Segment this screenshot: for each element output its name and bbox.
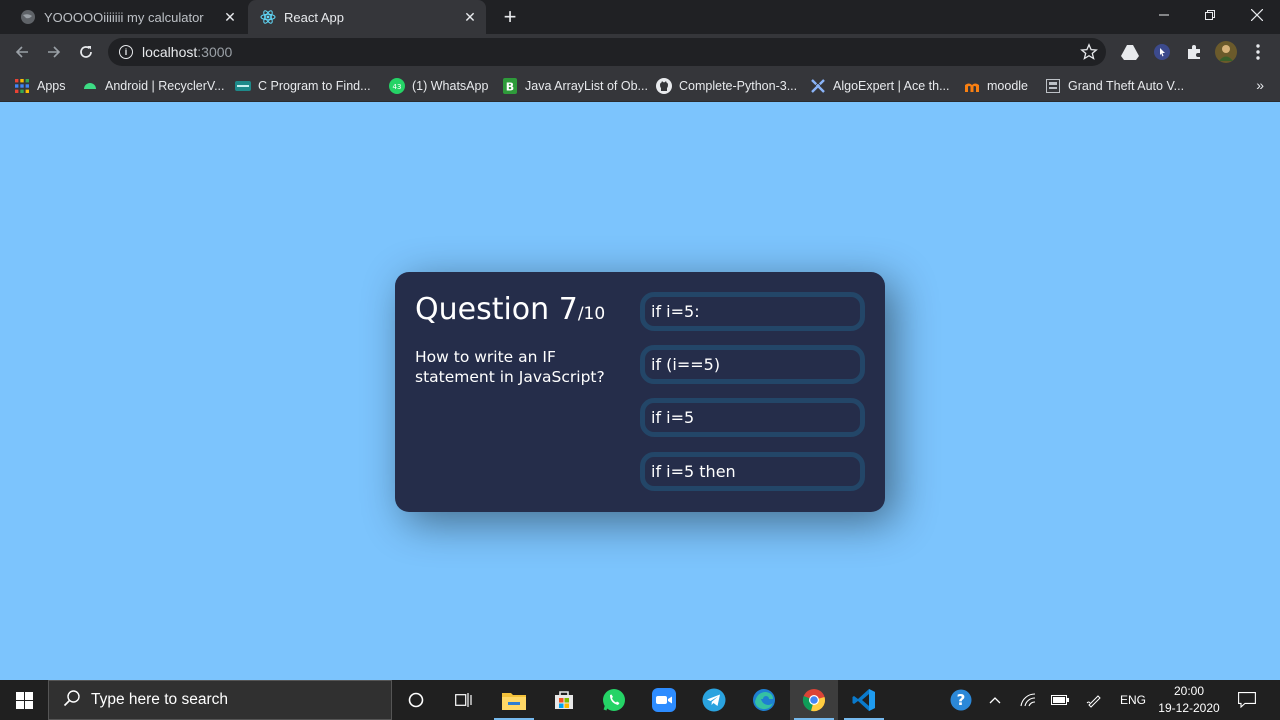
bookmarks-bar: Apps Android | RecyclerV... C Program to… [0, 70, 1280, 102]
language-indicator[interactable]: ENG [1114, 680, 1152, 720]
tab-title: YOOOOOiiiiiii my calculator [44, 9, 204, 25]
vscode-icon[interactable] [840, 680, 888, 720]
microsoft-store-icon[interactable] [540, 680, 588, 720]
site-icon [1045, 78, 1061, 94]
file-explorer-icon[interactable] [490, 680, 538, 720]
bookmark-java-arraylist[interactable]: B Java ArrayList of Ob... [502, 76, 648, 96]
answer-option-3[interactable]: if i=5 [640, 398, 865, 437]
zoom-icon[interactable] [640, 680, 688, 720]
close-tab-icon[interactable]: ✕ [220, 7, 240, 27]
site-icon [235, 78, 251, 94]
bookmark-whatsapp[interactable]: 43 (1) WhatsApp [389, 76, 488, 96]
search-icon [63, 689, 81, 712]
search-placeholder: Type here to search [91, 691, 228, 708]
react-icon [260, 9, 276, 25]
cortana-icon[interactable] [392, 680, 440, 720]
whatsapp-icon: 43 [389, 78, 405, 94]
question-count: Question 7/10 [415, 292, 606, 327]
bookmark-apps[interactable]: Apps [14, 76, 66, 96]
quiz-card: Question 7/10 How to write an IF stateme… [395, 272, 885, 512]
bookmark-moodle[interactable]: moodle [964, 76, 1028, 96]
bookmark-complete-python[interactable]: Complete-Python-3... [656, 76, 797, 96]
menu-kebab-icon[interactable] [1247, 41, 1269, 63]
answer-option-1[interactable]: if i=5: [640, 292, 865, 331]
telegram-icon[interactable] [690, 680, 738, 720]
pen-icon[interactable] [1080, 680, 1108, 720]
moodle-icon [964, 78, 980, 94]
task-view-icon[interactable] [440, 680, 488, 720]
question-text: How to write an IF statement in JavaScri… [415, 348, 605, 386]
bookmark-algoexpert[interactable]: AlgoExpert | Ace th... [810, 76, 950, 96]
extensions-puzzle-icon[interactable] [1183, 41, 1205, 63]
info-icon[interactable]: i [119, 45, 133, 59]
chevron-up-icon[interactable] [982, 680, 1008, 720]
restore-icon[interactable] [1187, 0, 1233, 30]
chrome-icon[interactable] [790, 680, 838, 720]
edge-icon[interactable] [740, 680, 788, 720]
more-bookmarks-icon[interactable]: » [1256, 77, 1264, 93]
bookmark-android-recycler[interactable]: Android | RecyclerV... [82, 76, 225, 96]
forward-icon[interactable] [40, 38, 68, 66]
svg-text:43: 43 [393, 83, 402, 91]
profile-avatar-icon[interactable] [1215, 41, 1237, 63]
whatsapp-icon[interactable] [590, 680, 638, 720]
apps-grid-icon [14, 78, 30, 94]
android-icon [82, 78, 98, 94]
windows-taskbar: Type here to search ? ENG 20:00 19-12-20… [0, 680, 1280, 720]
tab-calculator[interactable]: YOOOOOiiiiiii my calculator ✕ [8, 0, 246, 34]
wifi-icon[interactable] [1014, 680, 1042, 720]
reload-icon[interactable] [72, 38, 100, 66]
minimize-icon[interactable] [1141, 0, 1187, 30]
address-bar[interactable]: i localhost:3000 [108, 38, 1106, 66]
windows-start-icon[interactable] [0, 680, 48, 720]
address-url: localhost:3000 [142, 44, 233, 60]
notifications-icon[interactable] [1232, 680, 1262, 720]
back-icon[interactable] [8, 38, 36, 66]
tab-react-app[interactable]: React App ✕ [248, 0, 486, 34]
browser-toolbar: i localhost:3000 [0, 34, 1280, 70]
cursor-extension-icon[interactable] [1151, 41, 1173, 63]
globe-icon [20, 9, 36, 25]
help-icon[interactable]: ? [944, 680, 978, 720]
battery-icon[interactable] [1046, 680, 1074, 720]
answer-option-2[interactable]: if (i==5) [640, 345, 865, 384]
bookmark-b-icon: B [502, 78, 518, 94]
svg-text:?: ? [957, 691, 966, 709]
github-icon [656, 78, 672, 94]
algoexpert-icon [810, 78, 826, 94]
bookmark-c-program[interactable]: C Program to Find... [235, 76, 371, 96]
new-tab-button[interactable]: + [498, 4, 522, 29]
tab-title: React App [284, 9, 344, 25]
svg-text:B: B [506, 81, 514, 94]
close-window-icon[interactable] [1234, 0, 1280, 30]
answer-option-4[interactable]: if i=5 then [640, 452, 865, 491]
close-tab-icon[interactable]: ✕ [460, 7, 480, 27]
taskbar-clock[interactable]: 20:00 19-12-2020 [1150, 683, 1228, 717]
bookmark-gta[interactable]: Grand Theft Auto V... [1045, 76, 1184, 96]
drive-extension-icon[interactable] [1119, 41, 1141, 63]
tab-strip: YOOOOOiiiiiii my calculator ✕ React App … [0, 0, 1280, 34]
bookmark-star-icon[interactable] [1080, 43, 1098, 61]
taskbar-search-box[interactable]: Type here to search [48, 680, 392, 720]
